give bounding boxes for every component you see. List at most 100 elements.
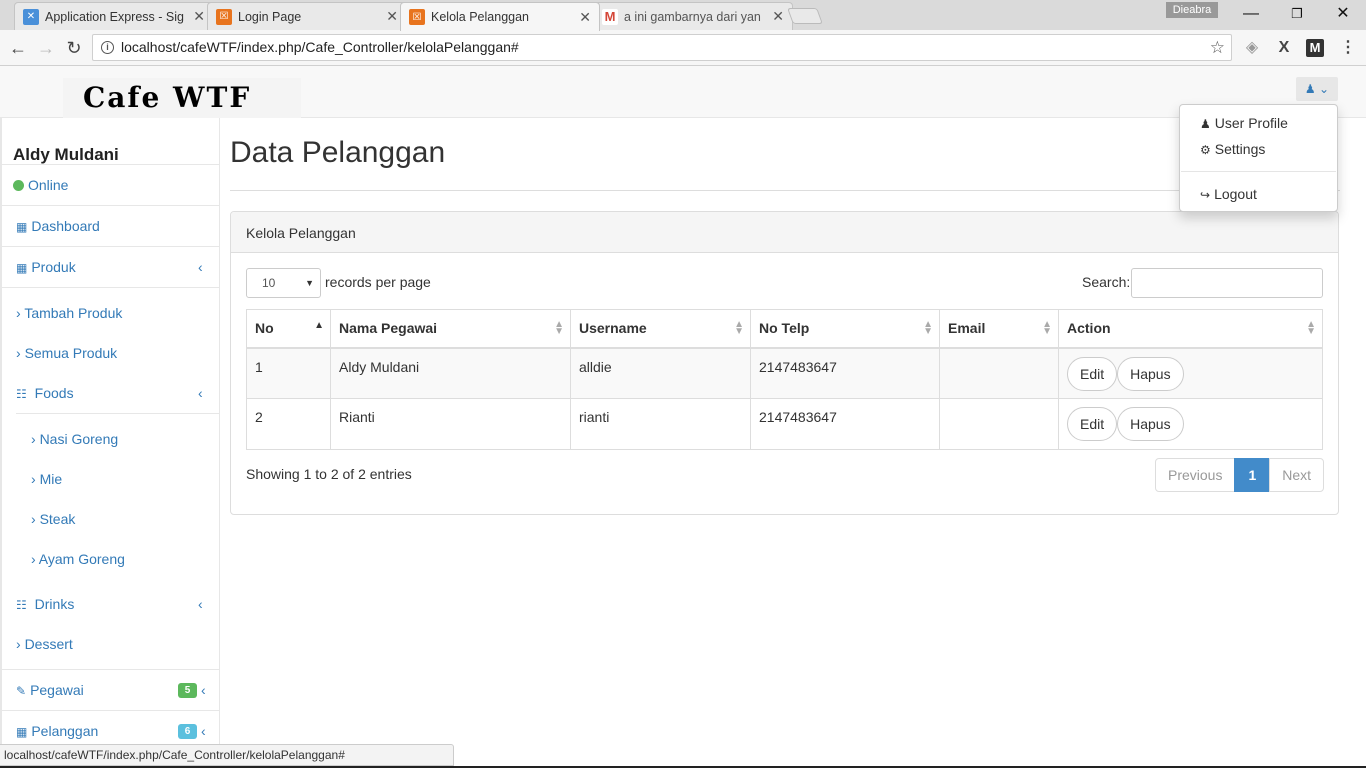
sidebar-item-semua-produk[interactable]: › Semua Produk [16, 345, 117, 361]
divider [2, 710, 219, 711]
table-row: 2 Rianti rianti 2147483647 Edit Hapus [246, 398, 1323, 450]
browser-profile-chip[interactable]: Dieabra [1166, 2, 1218, 18]
gear-icon: ⚙ [1200, 143, 1211, 157]
close-icon[interactable]: ✕ [772, 8, 784, 25]
extension-m-icon[interactable]: M [1306, 39, 1324, 57]
close-icon[interactable]: ✕ [386, 8, 398, 25]
column-label: Nama Pegawai [339, 320, 438, 337]
sidebar-item-mie[interactable]: › Mie [31, 471, 62, 487]
sidebar-item-dashboard[interactable]: ▦ Dashboard [16, 218, 100, 234]
user-icon: ♟ [1304, 82, 1316, 96]
sidebar-item-ayam-goreng[interactable]: › Ayam Goreng [31, 551, 125, 567]
window-close-icon[interactable]: ✕ [1320, 0, 1366, 28]
sidebar-item-nasi-goreng[interactable]: › Nasi Goreng [31, 431, 118, 447]
brand-logo[interactable]: Cafe WTF [63, 78, 301, 118]
divider [230, 190, 1340, 191]
restore-icon[interactable]: ❐ [1274, 0, 1320, 28]
chevron-right-icon: › [31, 471, 36, 487]
sidebar-item-dessert[interactable]: › Dessert [16, 636, 73, 652]
sort-icon: ▲ ▼ [923, 319, 933, 337]
caret-down-icon: ▼ [305, 278, 314, 288]
chevron-left-icon[interactable]: ‹ [201, 682, 206, 698]
divider [16, 413, 219, 414]
address-bar[interactable]: i localhost/cafeWTF/index.php/Cafe_Contr… [92, 34, 1232, 61]
browser-menu-icon[interactable]: ⋮ [1338, 38, 1358, 58]
chevron-right-icon: › [31, 431, 36, 447]
chevron-right-icon: › [16, 636, 21, 652]
menu-item-settings[interactable]: ⚙ Settings [1200, 141, 1265, 157]
next-page-button[interactable]: Next [1269, 458, 1325, 492]
hapus-button[interactable]: Hapus [1117, 407, 1184, 441]
column-header-action[interactable]: Action ▲ ▼ [1058, 309, 1323, 349]
sidebar-item-label: Pegawai [30, 682, 84, 698]
new-tab-button[interactable] [787, 8, 823, 24]
address-bar-url: localhost/cafeWTF/index.php/Cafe_Control… [121, 39, 519, 55]
sidebar-item-produk[interactable]: ▦ Produk [16, 259, 76, 275]
divider [2, 164, 219, 165]
bookmark-star-icon[interactable]: ☆ [1210, 35, 1225, 60]
page-button-current[interactable]: 1 [1234, 458, 1271, 492]
hapus-button[interactable]: Hapus [1117, 356, 1184, 391]
menu-item-user-profile[interactable]: ♟ User Profile [1200, 115, 1288, 131]
sidebar-item-foods[interactable]: ☷ Foods [16, 385, 74, 401]
chevron-left-icon[interactable]: ‹ [198, 259, 203, 275]
gmail-icon: M [602, 8, 618, 25]
search-input[interactable] [1131, 268, 1323, 298]
column-header-nama[interactable]: Nama Pegawai ▲ ▼ [330, 309, 571, 349]
page-length-label: records per page [325, 274, 431, 290]
chevron-right-icon: › [16, 345, 21, 361]
table-icon: ▦ [16, 261, 28, 275]
page-length-value: 10 [262, 276, 276, 290]
column-label: Email [948, 320, 986, 337]
chevron-left-icon[interactable]: ‹ [198, 385, 203, 401]
column-header-email[interactable]: Email ▲ ▼ [939, 309, 1059, 349]
sidebar-item-pelanggan[interactable]: ▦ Pelanggan [16, 723, 98, 739]
minimize-icon[interactable]: — [1228, 0, 1274, 28]
user-dropdown-menu: ♟ User Profile ⚙ Settings ↪ Logout [1179, 104, 1338, 212]
forward-arrow-icon[interactable]: → [34, 36, 58, 60]
sidebar: Aldy Muldani Online ▦ Dashboard ▦ Produk ‹… [0, 118, 220, 744]
reload-icon[interactable]: ↻ [62, 36, 86, 60]
table-info: Showing 1 to 2 of 2 entries [246, 466, 412, 482]
extension-x-icon[interactable]: X [1274, 38, 1294, 58]
close-icon[interactable]: ✕ [579, 9, 591, 26]
sidebar-item-tambah-produk[interactable]: › Tambah Produk [16, 305, 122, 321]
edit-button[interactable]: Edit [1067, 356, 1118, 391]
info-icon[interactable]: i [101, 41, 114, 54]
sidebar-item-pegawai[interactable]: ✎ Pegawai [16, 682, 84, 698]
previous-page-button[interactable]: Previous [1155, 458, 1236, 492]
menu-item-label: Logout [1214, 186, 1257, 202]
cell-nama: Aldy Muldani [330, 347, 571, 399]
close-icon[interactable]: ✕ [193, 8, 205, 25]
column-header-username[interactable]: Username ▲ ▼ [570, 309, 751, 349]
browser-tab-strip: ✕ Application Express - Sig ✕ ☒ Login Pa… [0, 0, 1366, 31]
sidebar-item-label: Mie [39, 471, 63, 487]
chevron-left-icon[interactable]: ‹ [198, 596, 203, 612]
page-title: Data Pelanggan [230, 136, 446, 169]
column-header-no[interactable]: No ▲ [246, 309, 331, 349]
user-menu-toggle[interactable]: ♟ ⌄ [1296, 77, 1338, 101]
browser-tab-kelola[interactable]: ☒ Kelola Pelanggan ✕ [400, 2, 600, 31]
sidebar-item-label: Nasi Goreng [39, 431, 119, 447]
menu-item-logout[interactable]: ↪ Logout [1200, 186, 1257, 202]
column-label: No [255, 320, 274, 337]
browser-status-bar: localhost/cafeWTF/index.php/Cafe_Control… [0, 744, 454, 766]
extension-cube-icon[interactable]: ◈ [1242, 38, 1262, 58]
divider [2, 246, 219, 247]
browser-tab-login[interactable]: ☒ Login Page ✕ [207, 2, 407, 30]
back-arrow-icon[interactable]: ← [6, 36, 30, 60]
column-header-telp[interactable]: No Telp ▲ ▼ [750, 309, 940, 349]
menu-item-label: User Profile [1214, 115, 1288, 131]
browser-tab-apex[interactable]: ✕ Application Express - Sig ✕ [14, 2, 214, 30]
table-icon: ▦ [16, 220, 28, 234]
sort-icon: ▲ ▼ [1306, 319, 1316, 337]
sidebar-item-steak[interactable]: › Steak [31, 511, 75, 527]
tab-title: a ini gambarnya dari yan [624, 9, 761, 24]
edit-button[interactable]: Edit [1067, 407, 1118, 441]
sort-icon: ▲ ▼ [554, 319, 564, 337]
sidebar-item-label: Steak [39, 511, 76, 527]
sidebar-item-drinks[interactable]: ☷ Drinks [16, 596, 74, 612]
chevron-left-icon[interactable]: ‹ [201, 723, 206, 739]
browser-tab-gmail[interactable]: M a ini gambarnya dari yan ✕ [593, 2, 793, 30]
page-length-select[interactable]: 10 ▼ [246, 268, 321, 298]
